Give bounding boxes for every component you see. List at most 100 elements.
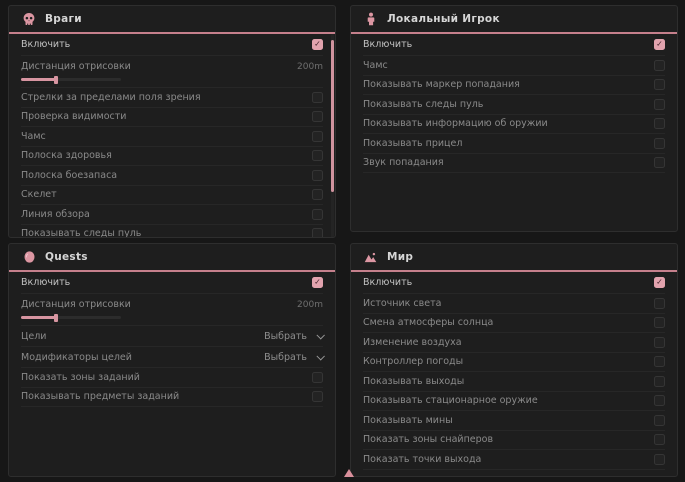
panel-body-local-player: Включить ✓ Чамс Показывать маркер попадания… <box>351 34 677 173</box>
checkbox[interactable] <box>654 138 665 149</box>
checkbox[interactable] <box>654 298 665 309</box>
checkbox[interactable] <box>312 131 323 142</box>
row-toggle[interactable]: Показывать стационарное оружие <box>363 392 665 412</box>
panel-header-quests: Quests <box>9 244 335 272</box>
checkbox[interactable]: ✓ <box>312 277 323 288</box>
row-toggle[interactable]: Показывать мины <box>363 411 665 431</box>
slider-track[interactable] <box>21 78 121 81</box>
chevron-down-icon <box>316 352 324 360</box>
row-toggle[interactable]: Показывать следы пуль <box>363 95 665 115</box>
row-toggle[interactable]: Показывать предметы заданий <box>21 388 323 408</box>
row-label: Включить <box>363 277 412 288</box>
row-label: Чамс <box>21 131 46 142</box>
row-toggle[interactable]: Звук попадания <box>363 154 665 174</box>
row-toggle[interactable]: Проверка видимости <box>21 108 323 128</box>
checkbox[interactable] <box>312 92 323 103</box>
slider-fill <box>21 316 56 319</box>
dropdown[interactable]: Выбрать <box>264 352 323 363</box>
checkbox[interactable] <box>654 356 665 367</box>
checkbox[interactable]: ✓ <box>312 39 323 50</box>
row-toggle[interactable]: Показывать выходы <box>363 372 665 392</box>
dropdown-value: Выбрать <box>264 352 307 363</box>
panel-body-enemies: Включить✓ Дистанция отрисовки 200m Стрелки … <box>9 34 335 238</box>
slider-track[interactable] <box>21 316 121 319</box>
row-label: Показать зоны снайперов <box>363 434 493 445</box>
checkbox[interactable] <box>654 337 665 348</box>
row-toggle[interactable]: Линия обзора <box>21 205 323 225</box>
world-icon <box>364 250 378 264</box>
checkbox[interactable] <box>312 189 323 200</box>
row-toggle[interactable]: Показать зоны заданий <box>21 368 323 388</box>
row-label: Изменение воздуха <box>363 337 462 348</box>
row-toggle[interactable]: Чамс <box>363 56 665 76</box>
checkbox[interactable] <box>312 170 323 181</box>
row-toggle[interactable]: Полоска здоровья <box>21 147 323 167</box>
row-toggle[interactable]: Показывать следы пуль <box>21 225 323 239</box>
row-toggle[interactable]: Показывать информацию об оружии <box>363 115 665 135</box>
scrollbar-track[interactable] <box>331 34 334 238</box>
slider-thumb[interactable] <box>54 314 58 322</box>
row-toggle[interactable]: Полоска боезапаса <box>21 166 323 186</box>
row-toggle[interactable]: Показать точки выхода <box>363 450 665 470</box>
row-label: Показывать следы пуль <box>21 228 141 238</box>
checkbox[interactable] <box>654 157 665 168</box>
row-toggle[interactable]: Показать зоны снайперов <box>363 431 665 451</box>
checkbox[interactable] <box>654 99 665 110</box>
checkbox[interactable] <box>654 415 665 426</box>
row-label: Источник света <box>363 298 441 309</box>
checkbox[interactable] <box>312 228 323 238</box>
checkbox[interactable] <box>654 434 665 445</box>
row-toggle[interactable]: Включить ✓ <box>21 272 323 294</box>
row-toggle[interactable]: Контроллер погоды <box>363 353 665 373</box>
checkbox[interactable] <box>654 395 665 406</box>
panel-body-quests: Включить✓Дистанция отрисовки200mЦелиВыбр… <box>9 272 335 407</box>
slider-fill <box>21 78 56 81</box>
row-toggle[interactable]: Изменение воздуха <box>363 333 665 353</box>
checkbox[interactable] <box>312 111 323 122</box>
row-toggle[interactable]: Показывать маркер попадания <box>363 76 665 96</box>
row-label: Линия обзора <box>21 209 90 220</box>
quests-icon <box>22 250 36 264</box>
row-select[interactable]: Модификаторы целейВыбрать <box>21 347 323 368</box>
dropdown[interactable]: Выбрать <box>264 331 323 342</box>
checkbox[interactable] <box>654 79 665 90</box>
row-toggle[interactable]: Включить ✓ <box>363 34 665 56</box>
checkbox[interactable] <box>654 454 665 465</box>
row-toggle[interactable]: Смена атмосферы солнца <box>363 314 665 334</box>
checkbox[interactable] <box>654 376 665 387</box>
checkbox[interactable] <box>312 209 323 220</box>
checkmark-icon: ✓ <box>314 278 321 286</box>
row-toggle[interactable]: Источник света <box>363 294 665 314</box>
slider-value: 200m <box>297 62 323 72</box>
scrollbar-thumb[interactable] <box>331 40 334 192</box>
row-select[interactable]: ЦелиВыбрать <box>21 326 323 347</box>
row-toggle[interactable]: Включить ✓ <box>363 272 665 294</box>
panel-world: МирВключить✓Источник светаСмена атмосфер… <box>350 243 678 477</box>
checkmark-icon: ✓ <box>656 40 663 48</box>
slider-label: Дистанция отрисовки <box>21 61 131 72</box>
checkbox[interactable] <box>654 118 665 129</box>
mod-menu-screen: ВрагиВключить✓Дистанция отрисовки200mСтр… <box>0 0 685 482</box>
checkbox[interactable]: ✓ <box>654 39 665 50</box>
row-label: Показать зоны заданий <box>21 372 140 383</box>
slider-thumb[interactable] <box>54 76 58 84</box>
checkbox[interactable] <box>654 317 665 328</box>
row-toggle[interactable]: Чамс <box>21 127 323 147</box>
checkbox[interactable] <box>312 391 323 402</box>
mouse-cursor <box>344 469 354 477</box>
checkbox[interactable]: ✓ <box>654 277 665 288</box>
row-toggle[interactable]: Показывать прицел <box>363 134 665 154</box>
checkbox[interactable] <box>312 150 323 161</box>
checkbox[interactable] <box>312 372 323 383</box>
row-label: Включить <box>21 277 70 288</box>
checkbox[interactable] <box>654 60 665 71</box>
row-toggle[interactable]: Включить✓ <box>21 34 323 56</box>
row-toggle[interactable]: Скелет <box>21 186 323 206</box>
panel-header-enemies: Враги <box>9 6 335 34</box>
row-label: Показывать маркер попадания <box>363 79 520 90</box>
row-label: Показывать информацию об оружии <box>363 118 548 129</box>
row-label: Включить <box>363 39 412 50</box>
row-label: Показывать прицел <box>363 138 462 149</box>
row-toggle[interactable]: Стрелки за пределами поля зрения <box>21 88 323 108</box>
panel-quests: QuestsВключить✓Дистанция отрисовки200mЦе… <box>8 243 336 477</box>
